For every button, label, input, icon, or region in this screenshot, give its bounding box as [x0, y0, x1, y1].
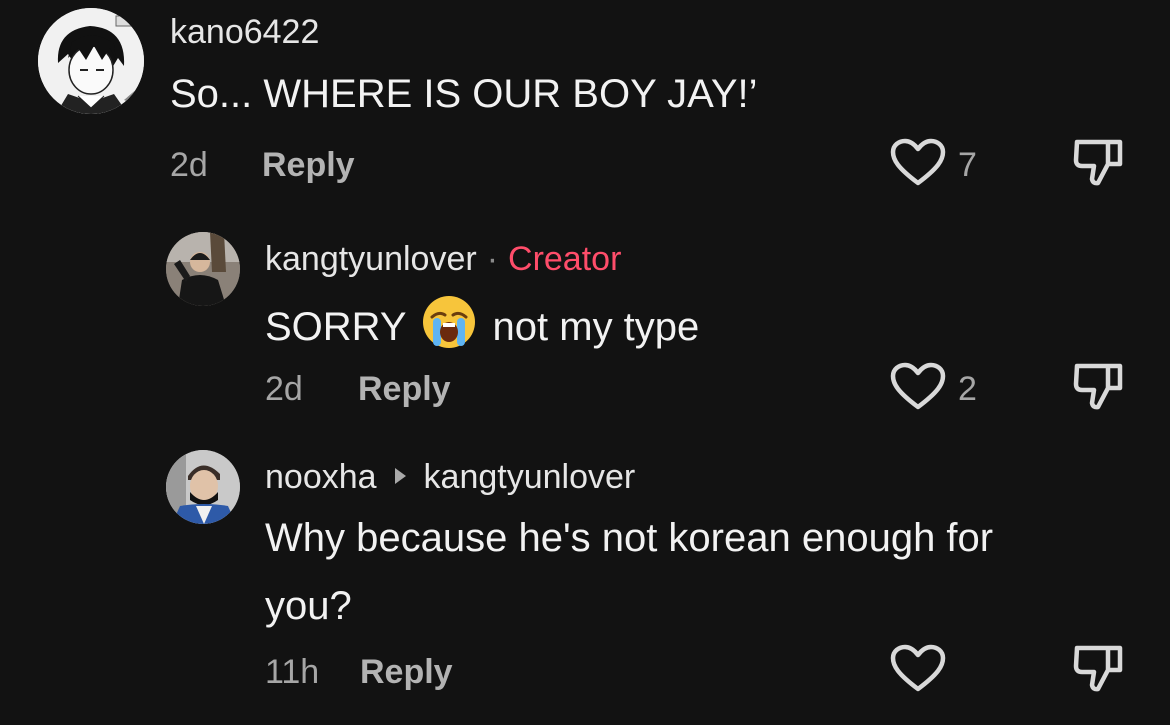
- username-link[interactable]: kangtyunlover: [265, 240, 477, 278]
- photo-avatar-image: [166, 450, 240, 524]
- thumbs-down-icon: [1073, 645, 1123, 692]
- like-button[interactable]: [890, 644, 946, 694]
- badge-separator: ·: [486, 240, 499, 278]
- heart-icon: [890, 138, 946, 186]
- like-button[interactable]: [890, 138, 946, 188]
- comment-text: SORRY not my type: [265, 294, 699, 359]
- reply-button[interactable]: Reply: [262, 148, 355, 182]
- photo-avatar-image: [166, 232, 240, 306]
- comment-username: kangtyunlover · Creator: [265, 242, 621, 276]
- comment-item: kangtyunlover · Creator SORRY not my type …: [0, 220, 1170, 440]
- heart-icon: [890, 644, 946, 692]
- like-count: 7: [958, 146, 977, 184]
- thumbs-down-icon: [1073, 139, 1123, 186]
- reply-button[interactable]: Reply: [358, 372, 451, 406]
- username-link[interactable]: nooxha: [265, 458, 377, 496]
- heart-icon: [890, 362, 946, 410]
- avatar[interactable]: [166, 232, 240, 306]
- comment-item: nooxha kangtyunlover Why because he's not…: [0, 440, 1170, 725]
- avatar[interactable]: [38, 8, 144, 114]
- avatar[interactable]: [166, 450, 240, 524]
- comment-text-line-2: you?: [265, 584, 352, 628]
- comment-timestamp: 11h: [265, 653, 320, 691]
- thumbs-down-icon: [1073, 363, 1123, 410]
- comment-timestamp: 2d: [265, 370, 303, 408]
- comment-username[interactable]: kano6422: [170, 15, 319, 49]
- like-button[interactable]: [890, 362, 946, 412]
- comment-timestamp: 2d: [170, 146, 208, 184]
- comment-item: kano6422 So... WHERE IS OUR BOY JAY!’ 2d…: [0, 0, 1170, 220]
- comment-username: nooxha kangtyunlover: [265, 460, 635, 494]
- dislike-button[interactable]: [1072, 642, 1126, 694]
- comment-text-before: SORRY: [265, 305, 407, 349]
- comment-text-line-1: Why because he's not korean enough for: [265, 516, 994, 560]
- reply-button[interactable]: Reply: [360, 655, 453, 689]
- reply-to-arrow-icon: [394, 468, 406, 484]
- comment-text-after: not my type: [492, 305, 700, 349]
- anime-avatar-image: [38, 8, 144, 114]
- like-count: 2: [958, 370, 977, 408]
- loudly-crying-face-emoji: [422, 296, 475, 348]
- comment-text: So... WHERE IS OUR BOY JAY!’: [170, 72, 758, 116]
- creator-badge: Creator: [508, 240, 622, 278]
- dislike-button[interactable]: [1072, 136, 1126, 188]
- dislike-button[interactable]: [1072, 360, 1126, 412]
- reply-to-username[interactable]: kangtyunlover: [424, 458, 636, 496]
